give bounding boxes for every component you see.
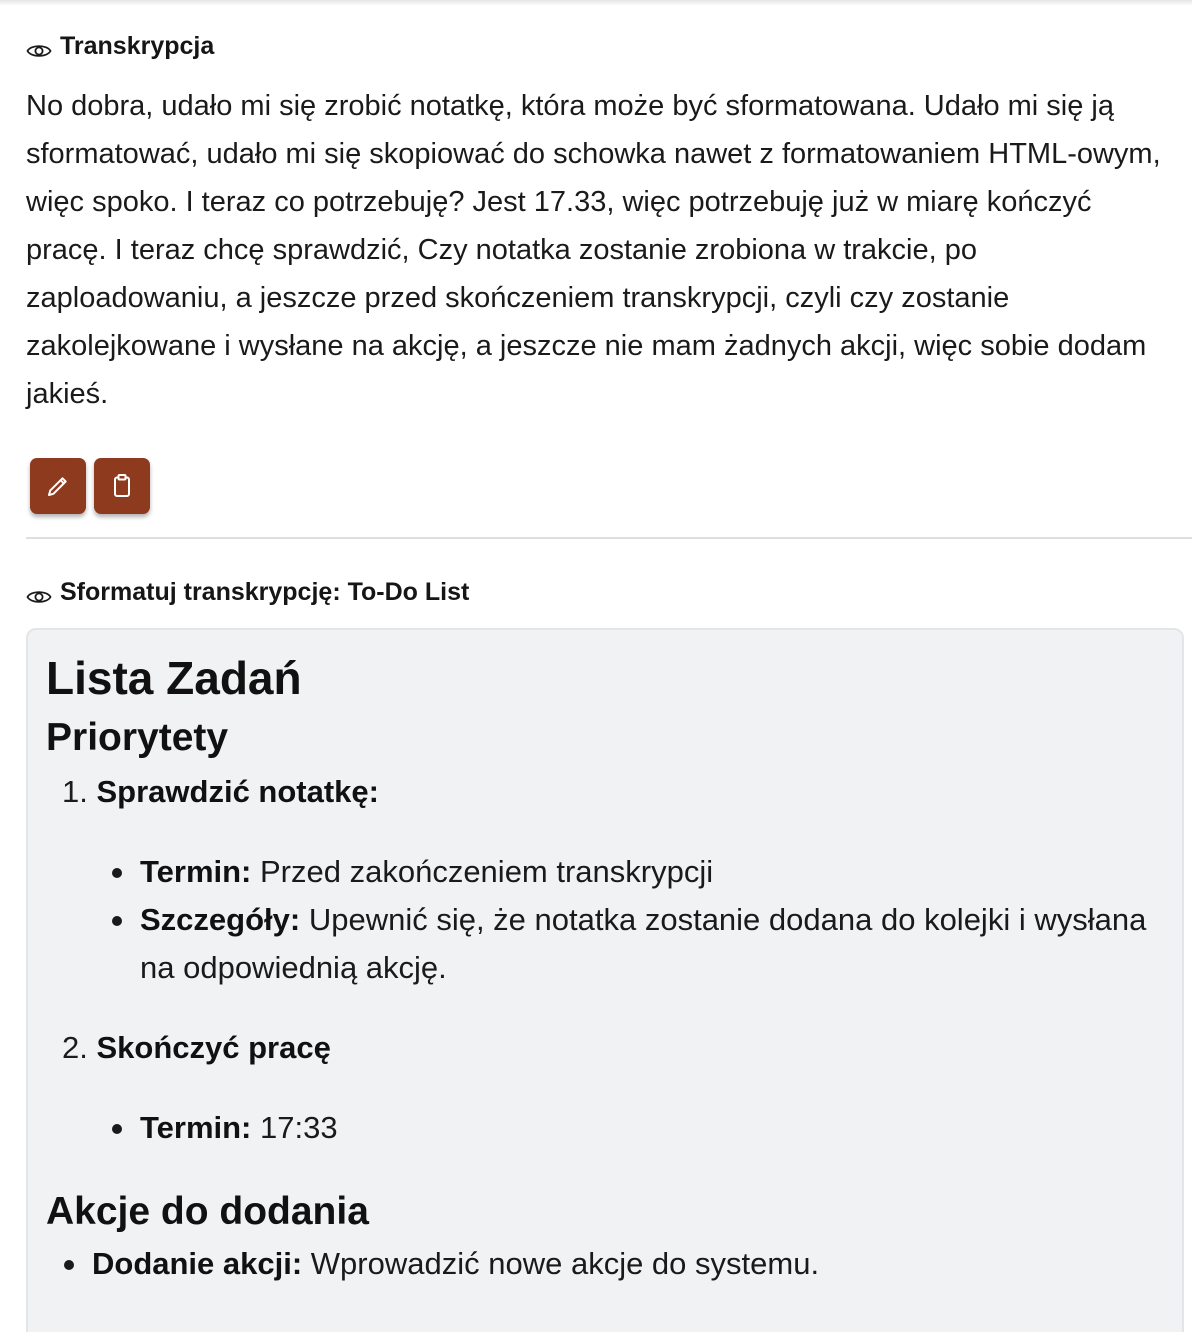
- list-item-number: 1.: [62, 774, 88, 809]
- list-item: 1. Sprawdzić notatkę:: [62, 768, 379, 816]
- list-item-title: Sprawdzić notatkę:: [96, 774, 379, 809]
- list-item: 2. Skończyć pracę: [62, 1024, 331, 1072]
- bullet-label: Szczegóły:: [140, 902, 301, 937]
- top-shadow: [0, 0, 1192, 6]
- list-item: Termin: Przed zakończeniem transkrypcji: [111, 848, 714, 896]
- priorities-heading: Priorytety: [46, 716, 229, 759]
- transcription-title: Transkrypcja: [60, 32, 215, 60]
- doc-title: Lista Zadań: [46, 652, 302, 704]
- clipboard-icon: [114, 474, 130, 497]
- edit-button[interactable]: [30, 458, 86, 514]
- eye-icon[interactable]: [26, 584, 52, 603]
- section-divider: [26, 537, 1192, 539]
- bullet-label: Termin:: [140, 854, 252, 889]
- bullet-label: Termin:: [140, 1110, 252, 1145]
- list-item: Szczegóły: Upewnić się, że notatka zosta…: [112, 896, 1160, 992]
- transcription-actions: [30, 458, 150, 514]
- transcription-text: No dobra, udało mi się zrobić notatkę, k…: [26, 90, 1161, 410]
- copy-to-clipboard-button[interactable]: [94, 458, 150, 514]
- bullet-text: Przed zakończeniem transkrypcji: [251, 854, 714, 889]
- bullet-text-continued: na odpowiednią akcję.: [140, 950, 447, 985]
- bullet-text: Wprowadzić nowe akcje do systemu.: [302, 1246, 820, 1281]
- formatted-output-box: Lista Zadań Priorytety 1. Sprawdzić nota…: [26, 628, 1184, 1332]
- list-item-number: 2.: [62, 1030, 88, 1065]
- eye-icon[interactable]: [26, 38, 52, 57]
- actions-heading: Akcje do dodania: [46, 1190, 369, 1233]
- page: Transkrypcja No dobra, udało mi się zrob…: [0, 0, 1192, 1332]
- bullet-label: Dodanie akcji:: [92, 1246, 303, 1281]
- list-item-title: Skończyć pracę: [96, 1030, 331, 1065]
- formatted-header[interactable]: Sformatuj transkrypcję: To-Do List: [26, 578, 469, 607]
- formatted-title: Sformatuj transkrypcję: To-Do List: [60, 578, 470, 606]
- list-item: Dodanie akcji: Wprowadzić nowe akcje do …: [63, 1240, 820, 1288]
- transcription-header[interactable]: Transkrypcja: [26, 32, 214, 61]
- pencil-icon: [48, 477, 67, 496]
- list-item: Termin: 17:33: [112, 1104, 338, 1152]
- bullet-text: 17:33: [251, 1110, 338, 1145]
- bullet-text: Upewnić się, że notatka zostanie dodana …: [300, 902, 1147, 937]
